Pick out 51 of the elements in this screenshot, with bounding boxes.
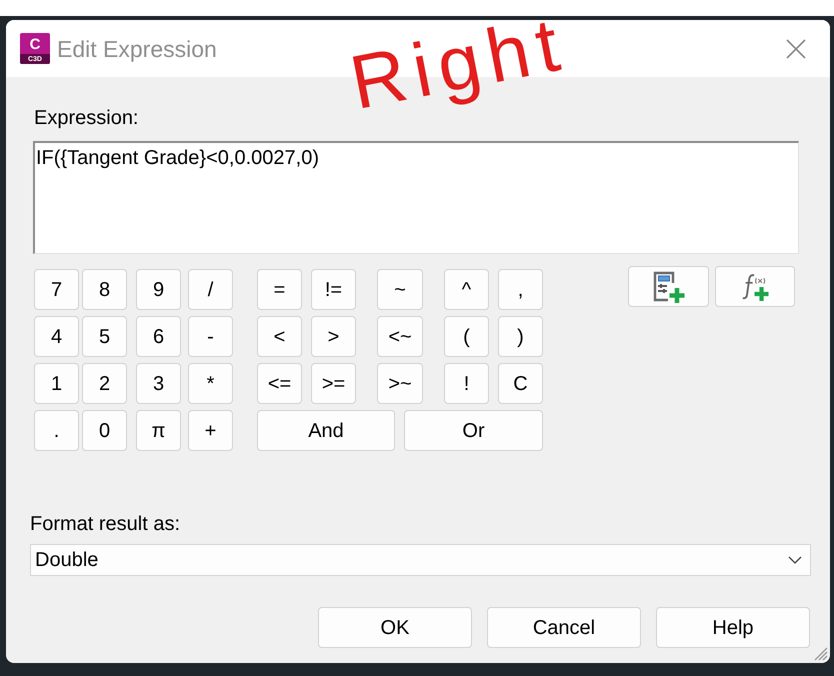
handwritten-note: Right	[344, 6, 573, 122]
keypad-key[interactable]: !=	[311, 269, 356, 310]
keypad-key[interactable]: 0	[82, 410, 127, 451]
keypad-key[interactable]: 4	[34, 316, 79, 357]
keypad-key[interactable]: C	[498, 363, 543, 404]
close-icon	[786, 38, 806, 58]
keypad-key[interactable]: .	[34, 410, 79, 451]
cancel-button[interactable]: Cancel	[487, 607, 641, 648]
insert-function-button[interactable]	[715, 266, 795, 307]
keypad-key[interactable]: 2	[82, 363, 127, 404]
keypad-key[interactable]: >	[311, 316, 356, 357]
keypad-key[interactable]: +	[188, 410, 233, 451]
keypad-key[interactable]: /	[188, 269, 233, 310]
format-dropdown[interactable]: Double	[30, 544, 811, 576]
keypad-key[interactable]: =	[257, 269, 302, 310]
function-add-icon	[741, 272, 769, 300]
operator-button[interactable]: Or	[404, 410, 543, 451]
format-label: Format result as:	[30, 512, 180, 536]
keypad-key[interactable]: (	[444, 316, 489, 357]
operator-button[interactable]: And	[257, 410, 395, 451]
keypad-key[interactable]: 9	[136, 269, 181, 310]
keypad-key[interactable]: π	[136, 410, 181, 451]
keypad-key[interactable]: ,	[498, 269, 543, 310]
keypad-key[interactable]: *	[188, 363, 233, 404]
keypad-key[interactable]: ~	[377, 269, 423, 310]
help-button[interactable]: Help	[656, 607, 810, 648]
keypad-key[interactable]: 1	[34, 363, 79, 404]
list-add-icon	[652, 270, 684, 302]
expression-field[interactable]: IF({Tangent Grade}<0,0.0027,0)	[33, 141, 799, 254]
keypad-key[interactable]: )	[498, 316, 543, 357]
insert-property-button[interactable]	[628, 266, 709, 307]
keypad-key[interactable]: >~	[377, 363, 423, 404]
resize-grip-icon	[814, 647, 828, 661]
keypad-key[interactable]: !	[444, 363, 489, 404]
keypad-key[interactable]: <~	[377, 316, 423, 357]
close-button[interactable]	[786, 38, 806, 58]
ok-button[interactable]: OK	[318, 607, 472, 648]
keypad-key[interactable]: 3	[136, 363, 181, 404]
expression-label: Expression:	[34, 106, 138, 130]
keypad-key[interactable]: 5	[82, 316, 127, 357]
keypad-key[interactable]: 7	[34, 269, 79, 310]
keypad-key[interactable]: -	[188, 316, 233, 357]
keypad-key[interactable]: <=	[257, 363, 302, 404]
window-title: Edit Expression	[57, 34, 217, 62]
keypad-key[interactable]: 6	[136, 316, 181, 357]
keypad-key[interactable]: <	[257, 316, 302, 357]
keypad-key[interactable]: 8	[82, 269, 127, 310]
keypad-key[interactable]: ^	[444, 269, 489, 310]
logo-letter: C	[28, 35, 42, 54]
chevron-down-icon	[788, 556, 802, 564]
keypad-key[interactable]: >=	[311, 363, 356, 404]
